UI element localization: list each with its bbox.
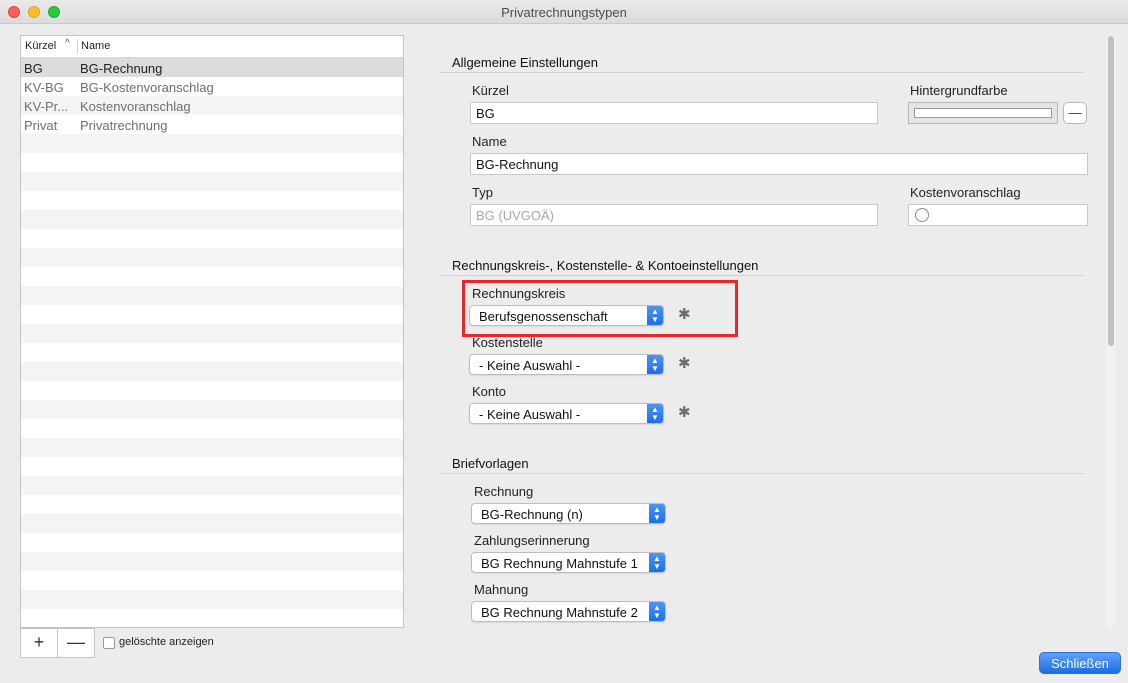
kuerzel-field[interactable]: BG xyxy=(470,102,878,124)
chevron-updown-icon: ▲ ▼ xyxy=(649,504,665,523)
kostenstelle-label: Kostenstelle xyxy=(472,335,543,350)
kostenvoranschlag-field xyxy=(908,204,1088,226)
table-row xyxy=(21,210,403,229)
table-row xyxy=(21,438,403,457)
row-kuerzel: BG xyxy=(24,61,43,76)
column-header-kuerzel[interactable]: Kürzel xyxy=(25,40,56,52)
konto-label: Konto xyxy=(472,384,506,399)
list-rows: BG BG-Rechnung KV-BG BG-Kostenvoranschlag KV… xyxy=(21,58,403,627)
bgcolor-well[interactable] xyxy=(908,102,1058,124)
title-bar: Privatrechnungstypen xyxy=(0,0,1128,24)
row-name: Privatrechnung xyxy=(80,118,168,133)
scrollbar-thumb[interactable] xyxy=(1108,36,1114,346)
chevron-updown-icon: ▲ ▼ xyxy=(649,553,665,572)
close-button[interactable]: Schließen xyxy=(1039,652,1121,674)
chevron-updown-icon: ▲ ▼ xyxy=(647,404,663,423)
konto-select[interactable]: - Keine Auswahl - ▲ ▼ xyxy=(469,403,664,424)
mahnung-label: Mahnung xyxy=(474,582,529,597)
gear-icon[interactable]: ✱ xyxy=(678,405,691,420)
table-row[interactable]: BG BG-Rechnung xyxy=(21,58,403,77)
column-header-name[interactable]: Name xyxy=(81,40,110,52)
mahnung-template-value: BG Rechnung Mahnstufe 2 xyxy=(481,605,638,620)
row-name: BG-Rechnung xyxy=(80,61,163,76)
section-divider xyxy=(440,473,1084,474)
bgcolor-swatch xyxy=(914,108,1052,118)
table-row xyxy=(21,571,403,590)
add-button[interactable]: + xyxy=(20,628,58,658)
table-row xyxy=(21,286,403,305)
scrollbar[interactable] xyxy=(1106,34,1116,628)
table-row xyxy=(21,495,403,514)
table-row xyxy=(21,305,403,324)
section-title-general: Allgemeine Einstellungen xyxy=(452,55,598,70)
table-row xyxy=(21,267,403,286)
zahlungserinnerung-template-select[interactable]: BG Rechnung Mahnstufe 1 ▲ ▼ xyxy=(471,552,666,573)
table-row xyxy=(21,153,403,172)
table-row xyxy=(21,400,403,419)
rechnung-template-select[interactable]: BG-Rechnung (n) ▲ ▼ xyxy=(471,503,666,524)
konto-value: - Keine Auswahl - xyxy=(479,407,581,422)
table-row xyxy=(21,343,403,362)
section-title-letters: Briefvorlagen xyxy=(452,456,529,471)
type-list[interactable]: Kürzel ^ Name BG BG-Rechnung KV-BG BG-Koste… xyxy=(20,35,404,628)
typ-label: Typ xyxy=(472,185,493,200)
chevron-up-icon: ^ xyxy=(65,38,70,49)
row-kuerzel: KV-Pr... xyxy=(24,99,69,114)
name-field[interactable]: BG-Rechnung xyxy=(470,153,1088,175)
section-divider xyxy=(440,275,1084,276)
kostenvoranschlag-radio[interactable] xyxy=(915,208,929,222)
column-separator[interactable] xyxy=(77,39,78,54)
zahlungserinnerung-template-value: BG Rechnung Mahnstufe 1 xyxy=(481,556,638,571)
kostenstelle-value: - Keine Auswahl - xyxy=(479,358,581,373)
table-row xyxy=(21,476,403,495)
table-row xyxy=(21,191,403,210)
typ-field: BG (UVGOÄ) xyxy=(470,204,878,226)
show-deleted-label: gelöschte anzeigen xyxy=(119,636,214,648)
section-title-accounting: Rechnungskreis-, Kostenstelle- & Kontoei… xyxy=(452,258,759,273)
table-row xyxy=(21,533,403,552)
table-row xyxy=(21,381,403,400)
table-row xyxy=(21,172,403,191)
section-divider xyxy=(440,72,1084,73)
name-label: Name xyxy=(472,134,507,149)
table-row xyxy=(21,248,403,267)
table-row[interactable]: KV-BG BG-Kostenvoranschlag xyxy=(21,77,403,96)
list-header: Kürzel ^ Name xyxy=(21,36,403,58)
kostenstelle-select[interactable]: - Keine Auswahl - ▲ ▼ xyxy=(469,354,664,375)
rechnung-template-value: BG-Rechnung (n) xyxy=(481,507,583,522)
highlight-box xyxy=(462,280,738,337)
table-row xyxy=(21,362,403,381)
rechnung-label: Rechnung xyxy=(474,484,534,499)
remove-button[interactable]: — xyxy=(57,628,95,658)
chevron-updown-icon: ▲ ▼ xyxy=(649,602,665,621)
bgcolor-label: Hintergrundfarbe xyxy=(910,83,1008,98)
table-row xyxy=(21,552,403,571)
row-kuerzel: Privat xyxy=(24,118,58,133)
table-row xyxy=(21,609,403,627)
table-row xyxy=(21,134,403,153)
table-row[interactable]: KV-Pr... Kostenvoranschlag xyxy=(21,96,403,115)
row-name: Kostenvoranschlag xyxy=(80,99,191,114)
table-row xyxy=(21,590,403,609)
kuerzel-label: Kürzel xyxy=(472,83,509,98)
table-row xyxy=(21,457,403,476)
row-name: BG-Kostenvoranschlag xyxy=(80,80,214,95)
table-row xyxy=(21,419,403,438)
bgcolor-clear-button[interactable]: — xyxy=(1063,102,1087,124)
table-row xyxy=(21,229,403,248)
gear-icon[interactable]: ✱ xyxy=(678,356,691,371)
show-deleted-checkbox[interactable] xyxy=(103,637,115,649)
window-title: Privatrechnungstypen xyxy=(501,5,627,20)
mahnung-template-select[interactable]: BG Rechnung Mahnstufe 2 ▲ ▼ xyxy=(471,601,666,622)
table-row xyxy=(21,324,403,343)
chevron-updown-icon: ▲ ▼ xyxy=(647,355,663,374)
row-kuerzel: KV-BG xyxy=(24,80,64,95)
table-row[interactable]: Privat Privatrechnung xyxy=(21,115,403,134)
zahlungserinnerung-label: Zahlungserinnerung xyxy=(474,533,590,548)
table-row xyxy=(21,514,403,533)
kostenvoranschlag-label: Kostenvoranschlag xyxy=(910,185,1021,200)
